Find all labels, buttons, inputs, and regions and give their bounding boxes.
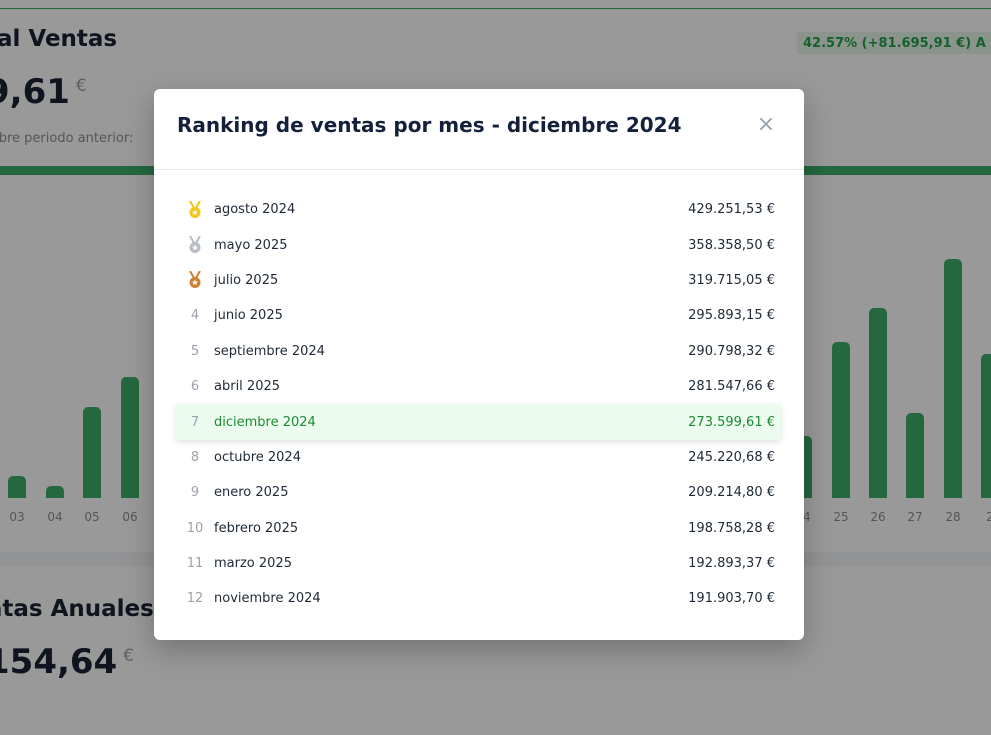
rank-number: 12 — [186, 591, 204, 607]
gold-medal-icon — [176, 200, 214, 219]
sales-amount: 429.251,53 € — [688, 202, 775, 218]
rank-number: 9 — [190, 485, 200, 501]
rank-number: 10 — [186, 520, 204, 536]
rank-number: 6 — [190, 379, 200, 395]
sales-amount: 198.758,28 € — [688, 520, 775, 536]
sales-amount: 281.547,66 € — [688, 379, 775, 395]
modal-header: Ranking de ventas por mes - diciembre 20… — [154, 89, 804, 170]
sales-amount: 319.715,05 € — [688, 272, 775, 288]
ranking-row: julio 2025 319.715,05 € — [176, 263, 781, 298]
modal-title: Ranking de ventas por mes - diciembre 20… — [177, 113, 682, 137]
month-label: septiembre 2024 — [214, 343, 325, 359]
ranking-row-current: 7 diciembre 2024 273.599,61 € — [176, 404, 781, 440]
month-label: julio 2025 — [214, 272, 279, 288]
month-label: mayo 2025 — [214, 237, 288, 253]
rank-number: 5 — [190, 343, 200, 359]
sales-amount: 290.798,32 € — [688, 343, 775, 359]
month-label: febrero 2025 — [214, 520, 299, 536]
silver-medal-icon — [176, 236, 214, 254]
month-label: octubre 2024 — [214, 449, 301, 465]
sales-amount: 209.214,80 € — [688, 485, 775, 501]
sales-amount: 192.893,37 € — [688, 556, 775, 572]
ranking-row: 6 abril 2025 281.547,66 € — [176, 369, 781, 404]
month-label: enero 2025 — [214, 485, 289, 501]
ranking-row: 5 septiembre 2024 290.798,32 € — [176, 334, 781, 369]
ranking-modal: Ranking de ventas por mes - diciembre 20… — [154, 89, 804, 640]
ranking-row: 12 noviembre 2024 191.903,70 € — [176, 581, 781, 616]
ranking-row: 8 octubre 2024 245.220,68 € — [176, 440, 781, 475]
month-label: junio 2025 — [214, 308, 283, 324]
ranking-row: agosto 2024 429.251,53 € — [176, 192, 781, 227]
sales-amount: 358.358,50 € — [688, 237, 775, 253]
month-label: agosto 2024 — [214, 202, 296, 218]
rank-number: 11 — [186, 556, 204, 572]
sales-amount: 273.599,61 € — [688, 414, 775, 430]
rank-number: 7 — [190, 414, 200, 430]
ranking-row: mayo 2025 358.358,50 € — [176, 227, 781, 262]
month-label: noviembre 2024 — [214, 591, 321, 607]
ranking-row: 10 febrero 2025 198.758,28 € — [176, 511, 781, 546]
sales-amount: 295.893,15 € — [688, 308, 775, 324]
ranking-row: 11 marzo 2025 192.893,37 € — [176, 546, 781, 581]
month-label: abril 2025 — [214, 379, 281, 395]
rank-number: 4 — [190, 308, 200, 324]
sales-amount: 245.220,68 € — [688, 449, 775, 465]
ranking-list: agosto 2024 429.251,53 € mayo 2025 358.358,… — [176, 192, 781, 617]
month-label: marzo 2025 — [214, 556, 292, 572]
bronze-medal-icon — [176, 271, 214, 289]
sales-amount: 191.903,70 € — [688, 591, 775, 607]
ranking-row: 4 junio 2025 295.893,15 € — [176, 298, 781, 333]
ranking-row: 9 enero 2025 209.214,80 € — [176, 475, 781, 510]
close-icon[interactable]: × — [756, 114, 776, 136]
rank-number: 8 — [190, 449, 200, 465]
month-label: diciembre 2024 — [214, 414, 316, 430]
